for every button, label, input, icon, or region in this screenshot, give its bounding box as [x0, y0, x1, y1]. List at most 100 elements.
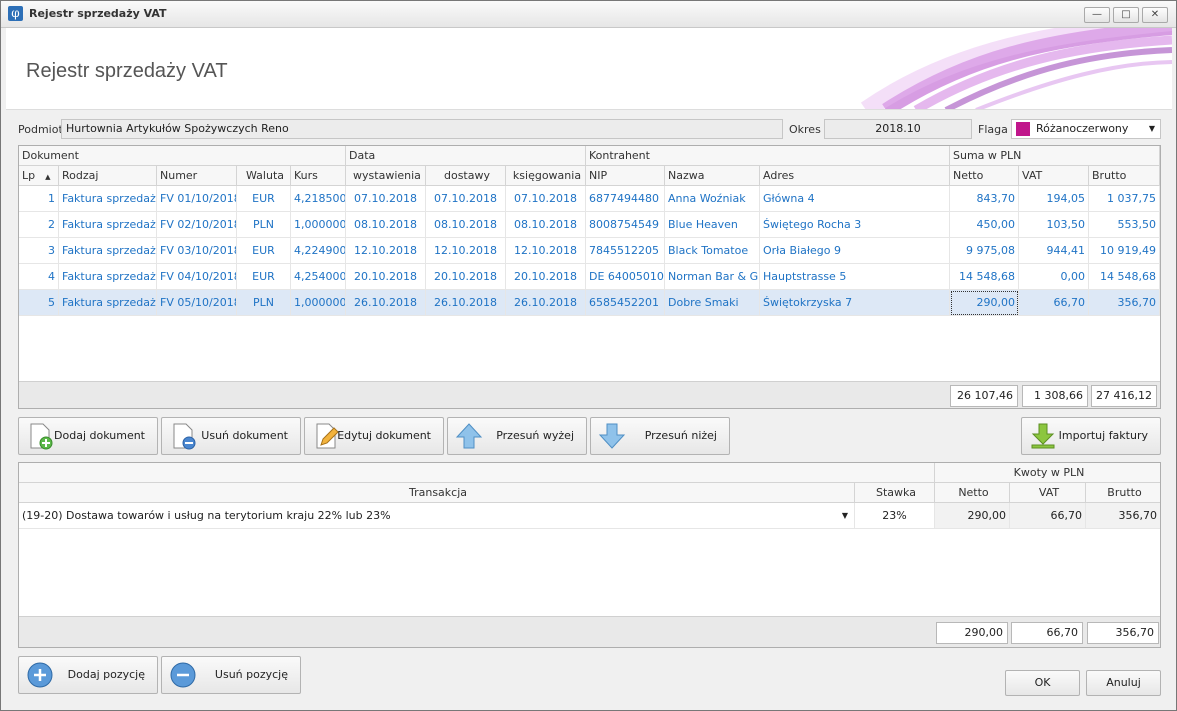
- cell-brutto[interactable]: 1 037,75: [1089, 186, 1160, 212]
- cell-numer[interactable]: FV 02/10/2018: [157, 212, 237, 238]
- col-nip[interactable]: NIP: [586, 166, 665, 186]
- cell-brutto[interactable]: 356,70: [1089, 290, 1160, 316]
- cell-ksiegowania[interactable]: 20.10.2018: [506, 264, 586, 290]
- col-brutto[interactable]: Brutto: [1089, 166, 1160, 186]
- cell-wystawienia[interactable]: 26.10.2018: [346, 290, 426, 316]
- cell-dostawy[interactable]: 20.10.2018: [426, 264, 506, 290]
- cell-numer[interactable]: FV 05/10/2018: [157, 290, 237, 316]
- minimize-button[interactable]: —: [1084, 7, 1110, 23]
- remove-document-button[interactable]: Usuń dokument: [161, 417, 301, 455]
- cell-lp[interactable]: 5: [19, 290, 59, 316]
- col-numer[interactable]: Numer: [157, 166, 237, 186]
- cell-adres[interactable]: Świętego Rocha 3: [760, 212, 950, 238]
- close-button[interactable]: ✕: [1142, 7, 1168, 23]
- cell-ksiegowania[interactable]: 12.10.2018: [506, 238, 586, 264]
- remove-position-button[interactable]: Usuń pozycję: [161, 656, 301, 694]
- cell-nip[interactable]: 6585452201: [586, 290, 665, 316]
- cell-numer[interactable]: FV 03/10/2018: [157, 238, 237, 264]
- cell-vat[interactable]: 66,70: [1019, 290, 1089, 316]
- col-stawka[interactable]: Stawka: [855, 483, 935, 503]
- cell-nazwa[interactable]: Norman Bar & Grill: [665, 264, 760, 290]
- col-transakcja[interactable]: Transakcja: [19, 483, 855, 503]
- cell-wystawienia[interactable]: 08.10.2018: [346, 212, 426, 238]
- cell-netto[interactable]: 14 548,68: [950, 264, 1019, 290]
- cell-vat[interactable]: 944,41: [1019, 238, 1089, 264]
- cell-rodzaj[interactable]: Faktura sprzedaży: [59, 186, 157, 212]
- cell-dostawy[interactable]: 12.10.2018: [426, 238, 506, 264]
- cell-rodzaj[interactable]: Faktura sprzedaży: [59, 264, 157, 290]
- cell-netto[interactable]: 450,00: [950, 212, 1019, 238]
- edit-document-button[interactable]: Edytuj dokument: [304, 417, 444, 455]
- cell-waluta[interactable]: PLN: [237, 290, 291, 316]
- cell-wystawienia[interactable]: 12.10.2018: [346, 238, 426, 264]
- cell-ksiegowania[interactable]: 07.10.2018: [506, 186, 586, 212]
- cell-waluta[interactable]: EUR: [237, 264, 291, 290]
- cell-vat[interactable]: 194,05: [1019, 186, 1089, 212]
- cell-brutto[interactable]: 14 548,68: [1089, 264, 1160, 290]
- cell-lp[interactable]: 2: [19, 212, 59, 238]
- cell-dostawy[interactable]: 08.10.2018: [426, 212, 506, 238]
- position-netto-cell[interactable]: 290,00: [935, 503, 1010, 529]
- cell-numer[interactable]: FV 04/10/2018: [157, 264, 237, 290]
- cell-lp[interactable]: 3: [19, 238, 59, 264]
- table-row[interactable]: 5 Faktura sprzedaży FV 05/10/2018 PLN 1,0000…: [19, 290, 1160, 316]
- maximize-button[interactable]: □: [1113, 7, 1139, 23]
- col-ksiegowania[interactable]: księgowania: [506, 166, 586, 186]
- import-invoices-button[interactable]: Importuj faktury: [1021, 417, 1161, 455]
- cell-brutto[interactable]: 553,50: [1089, 212, 1160, 238]
- col-wystawienia[interactable]: wystawienia: [346, 166, 426, 186]
- cell-nazwa[interactable]: Blue Heaven: [665, 212, 760, 238]
- cancel-button[interactable]: Anuluj: [1086, 670, 1161, 696]
- cell-wystawienia[interactable]: 07.10.2018: [346, 186, 426, 212]
- cell-ksiegowania[interactable]: 08.10.2018: [506, 212, 586, 238]
- cell-nip[interactable]: DE 640050109: [586, 264, 665, 290]
- cell-kurs[interactable]: 4,224900: [291, 238, 346, 264]
- cell-waluta[interactable]: EUR: [237, 238, 291, 264]
- cell-kurs[interactable]: 4,218500: [291, 186, 346, 212]
- cell-nazwa[interactable]: Anna Woźniak: [665, 186, 760, 212]
- move-up-button[interactable]: Przesuń wyżej: [447, 417, 587, 455]
- col-dostawy[interactable]: dostawy: [426, 166, 506, 186]
- add-document-button[interactable]: Dodaj dokument: [18, 417, 158, 455]
- col-adres[interactable]: Adres: [760, 166, 950, 186]
- cell-brutto[interactable]: 10 919,49: [1089, 238, 1160, 264]
- cell-kurs[interactable]: 1,000000: [291, 290, 346, 316]
- cell-rodzaj[interactable]: Faktura sprzedaży: [59, 290, 157, 316]
- cell-lp[interactable]: 4: [19, 264, 59, 290]
- col-vat[interactable]: VAT: [1010, 483, 1086, 503]
- cell-dostawy[interactable]: 26.10.2018: [426, 290, 506, 316]
- cell-nazwa[interactable]: Black Tomatoe: [665, 238, 760, 264]
- cell-adres[interactable]: Główna 4: [760, 186, 950, 212]
- cell-vat[interactable]: 0,00: [1019, 264, 1089, 290]
- col-kurs[interactable]: Kurs: [291, 166, 346, 186]
- col-vat[interactable]: VAT: [1019, 166, 1089, 186]
- cell-numer[interactable]: FV 01/10/2018: [157, 186, 237, 212]
- cell-netto[interactable]: 843,70: [950, 186, 1019, 212]
- cell-vat[interactable]: 103,50: [1019, 212, 1089, 238]
- position-vat-cell[interactable]: 66,70: [1010, 503, 1086, 529]
- cell-adres[interactable]: Świętokrzyska 7: [760, 290, 950, 316]
- add-position-button[interactable]: Dodaj pozycję: [18, 656, 158, 694]
- col-brutto[interactable]: Brutto: [1086, 483, 1160, 503]
- podmiot-field[interactable]: Hurtownia Artykułów Spożywczych Reno: [61, 119, 783, 139]
- transakcja-select[interactable]: (19-20) Dostawa towarów i usług na teryt…: [19, 503, 855, 529]
- cell-ksiegowania[interactable]: 26.10.2018: [506, 290, 586, 316]
- move-down-button[interactable]: Przesuń niżej: [590, 417, 730, 455]
- col-rodzaj[interactable]: Rodzaj: [59, 166, 157, 186]
- cell-adres[interactable]: Hauptstrasse 5: [760, 264, 950, 290]
- cell-waluta[interactable]: EUR: [237, 186, 291, 212]
- cell-netto[interactable]: 9 975,08: [950, 238, 1019, 264]
- table-row[interactable]: 3 Faktura sprzedaży FV 03/10/2018 EUR 4,2249…: [19, 238, 1160, 264]
- okres-field[interactable]: 2018.10: [824, 119, 972, 139]
- cell-dostawy[interactable]: 07.10.2018: [426, 186, 506, 212]
- cell-nip[interactable]: 8008754549: [586, 212, 665, 238]
- cell-lp[interactable]: 1: [19, 186, 59, 212]
- cell-adres[interactable]: Orła Białego 9: [760, 238, 950, 264]
- table-row[interactable]: 2 Faktura sprzedaży FV 02/10/2018 PLN 1,0000…: [19, 212, 1160, 238]
- cell-netto[interactable]: 290,00: [950, 290, 1019, 316]
- cell-rodzaj[interactable]: Faktura sprzedaży: [59, 238, 157, 264]
- cell-nip[interactable]: 7845512205: [586, 238, 665, 264]
- flaga-select[interactable]: Różanoczerwony ▼: [1011, 119, 1161, 139]
- cell-kurs[interactable]: 1,000000: [291, 212, 346, 238]
- col-netto[interactable]: Netto: [950, 166, 1019, 186]
